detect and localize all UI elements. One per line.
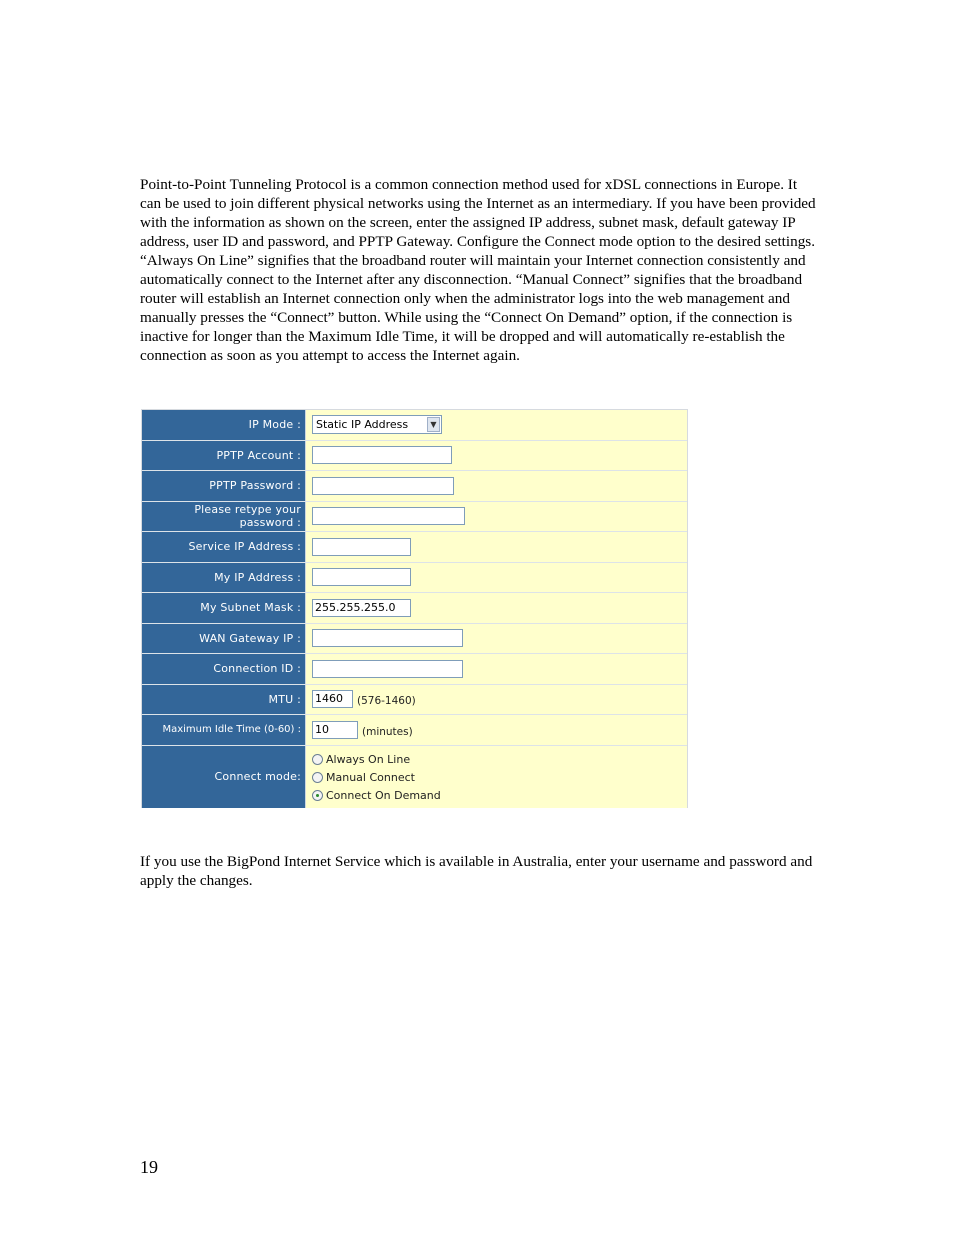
- row-pptp-account: PPTP Account :: [142, 440, 687, 471]
- ip-mode-label: IP Mode :: [142, 410, 306, 440]
- connection-id-input[interactable]: [312, 659, 463, 678]
- row-ip-mode: IP Mode : Static IP Address ▼: [142, 410, 687, 441]
- pptp-password-label: PPTP Password :: [142, 471, 306, 501]
- mtu-input[interactable]: 1460: [312, 690, 353, 709]
- idle-time-label: Maximum Idle Time (0-60) :: [142, 715, 306, 745]
- chevron-down-icon[interactable]: ▼: [427, 417, 440, 433]
- subnet-mask-input[interactable]: 255.255.255.0: [312, 598, 411, 617]
- my-ip-label: My IP Address :: [142, 562, 306, 592]
- wan-gateway-input[interactable]: [312, 629, 463, 648]
- row-retype-password: Please retype your password :: [142, 501, 687, 532]
- radio-label: Always On Line: [326, 752, 411, 766]
- radio-label: Manual Connect: [326, 770, 415, 784]
- row-wan-gateway: WAN Gateway IP :: [142, 623, 687, 654]
- ip-mode-select[interactable]: Static IP Address ▼: [312, 415, 442, 435]
- row-connection-id: Connection ID :: [142, 654, 687, 685]
- service-ip-label: Service IP Address :: [142, 532, 306, 562]
- row-idle-time: Maximum Idle Time (0-60) : 10 (minutes): [142, 715, 687, 746]
- mtu-label: MTU :: [142, 684, 306, 714]
- pptp-password-input[interactable]: [312, 476, 454, 495]
- radio-button-icon[interactable]: [312, 753, 323, 765]
- radio-button-selected-icon[interactable]: [312, 789, 323, 801]
- pptp-settings-form: IP Mode : Static IP Address ▼ PPTP Accou…: [141, 409, 688, 808]
- pptp-account-label: PPTP Account :: [142, 440, 306, 470]
- retype-password-label: Please retype your password :: [142, 501, 306, 531]
- idle-time-unit: (minutes): [362, 725, 413, 738]
- row-pptp-password: PPTP Password :: [142, 471, 687, 502]
- radio-button-icon[interactable]: [312, 771, 323, 783]
- row-connect-mode: Connect mode: Always On Line Manual Conn…: [142, 745, 687, 808]
- row-subnet-mask: My Subnet Mask : 255.255.255.0: [142, 593, 687, 624]
- row-mtu: MTU : 1460 (576-1460): [142, 684, 687, 715]
- service-ip-input[interactable]: [312, 537, 411, 556]
- ip-mode-selected: Static IP Address: [316, 418, 409, 432]
- connection-id-label: Connection ID :: [142, 654, 306, 684]
- bigpond-paragraph: If you use the BigPond Internet Service …: [140, 853, 813, 889]
- pptp-account-input[interactable]: [312, 446, 452, 465]
- radio-manual-connect[interactable]: Manual Connect: [312, 769, 441, 785]
- wan-gateway-label: WAN Gateway IP :: [142, 623, 306, 653]
- row-service-ip: Service IP Address :: [142, 532, 687, 563]
- radio-always-on-line[interactable]: Always On Line: [312, 751, 441, 767]
- page-number: 19: [140, 1157, 158, 1177]
- idle-time-input[interactable]: 10: [312, 720, 358, 739]
- retype-password-input[interactable]: [312, 507, 465, 526]
- connect-mode-label: Connect mode:: [142, 745, 306, 808]
- intro-paragraph: Point-to-Point Tunneling Protocol is a c…: [140, 176, 816, 364]
- connect-mode-radio-group: Always On Line Manual Connect Connect On…: [312, 750, 441, 803]
- row-my-ip: My IP Address :: [142, 562, 687, 593]
- my-ip-input[interactable]: [312, 568, 411, 587]
- radio-label: Connect On Demand: [326, 788, 441, 802]
- subnet-mask-label: My Subnet Mask :: [142, 593, 306, 623]
- radio-connect-on-demand[interactable]: Connect On Demand: [312, 787, 441, 803]
- mtu-range-hint: (576-1460): [357, 695, 416, 708]
